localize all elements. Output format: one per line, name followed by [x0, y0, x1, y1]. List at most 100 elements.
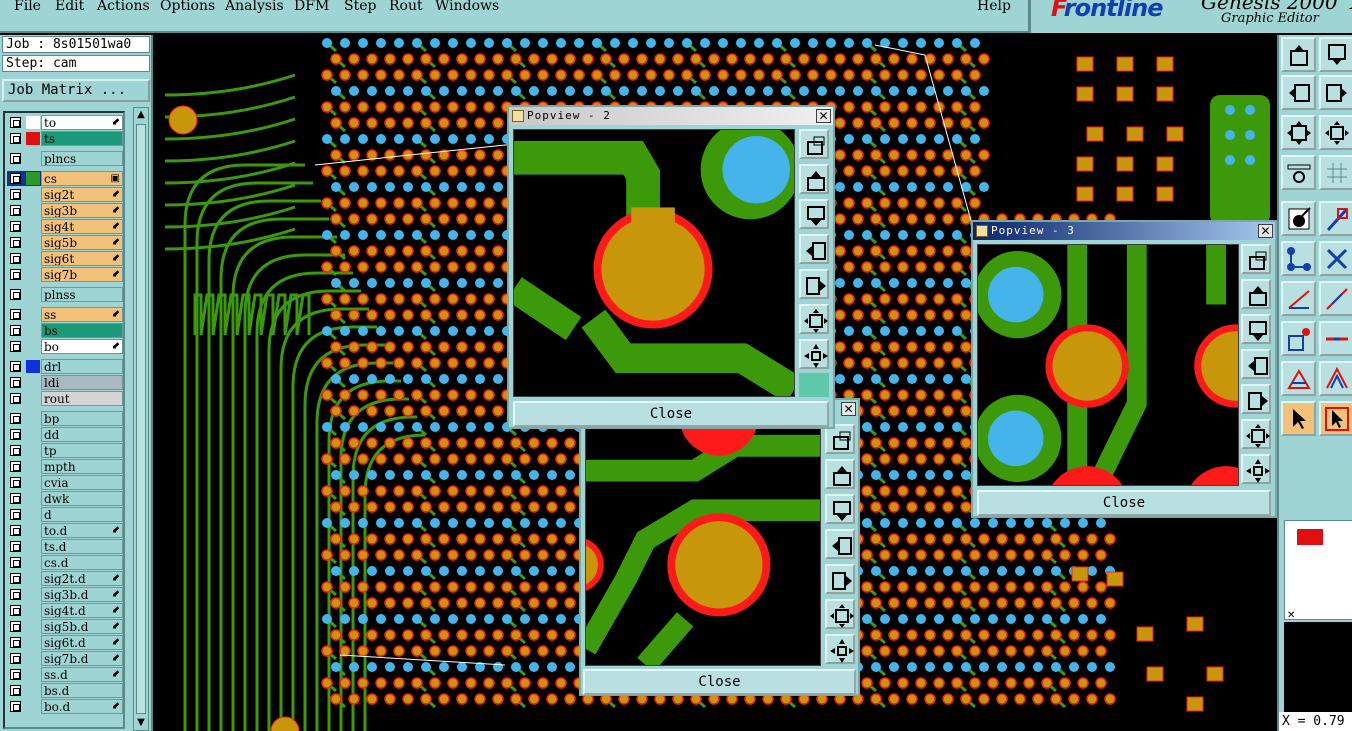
layer-row-bp[interactable]: bp [7, 411, 123, 426]
layer-row-cs-d[interactable]: cs.d [7, 555, 123, 570]
layer-checkbox[interactable] [10, 557, 21, 568]
scroll-right-icon[interactable] [825, 564, 855, 594]
layer-checkbox[interactable] [10, 237, 21, 248]
snap-icon[interactable] [1319, 201, 1352, 236]
layer-checkbox[interactable] [10, 669, 21, 680]
layer-name[interactable]: sig7b.d ⬋ [41, 651, 123, 666]
layer-name[interactable]: dwk [41, 491, 123, 506]
layer-name[interactable]: to.d ⬋ [41, 523, 123, 538]
layer-name[interactable]: mpth [41, 459, 123, 474]
layer-row-tp[interactable]: tp [7, 443, 123, 458]
layer-row-to-d[interactable]: to.d ⬋ [7, 523, 123, 538]
zoom-home-icon[interactable] [1241, 244, 1271, 274]
layer-checkbox[interactable] [10, 429, 21, 440]
zoom-in-icon[interactable] [799, 339, 829, 369]
menu-step[interactable]: Step [344, 0, 376, 13]
layer-name[interactable]: tp [41, 443, 123, 458]
overview-close-icon[interactable]: ✕ [1287, 610, 1295, 621]
layer-row-plncs[interactable]: plncs [7, 151, 123, 166]
layer-row-ldi[interactable]: ldi [7, 375, 123, 390]
layer-name[interactable]: ldi [41, 375, 123, 390]
layer-name[interactable]: sig7b ⬋ [41, 267, 123, 282]
layer-checkbox[interactable] [10, 509, 21, 520]
layer-name[interactable]: bs [41, 323, 123, 338]
layer-checkbox[interactable] [10, 413, 21, 424]
zoom-bottom-icon[interactable] [1319, 37, 1352, 72]
layer-name[interactable]: bo.d ⬋ [41, 699, 123, 714]
layer-name[interactable]: bs.d [41, 683, 123, 698]
layer-checkbox[interactable] [10, 445, 21, 456]
layer-row-drl[interactable]: drl [7, 359, 123, 374]
layer-name[interactable]: ts.d [41, 539, 123, 554]
triangle-icon[interactable] [1281, 361, 1316, 396]
layer-row-cvia[interactable]: cvia [7, 475, 123, 490]
menu-analysis[interactable]: Analysis [225, 0, 284, 13]
layer-name[interactable]: ss ⬋ [41, 307, 123, 322]
layer-name[interactable]: ts [41, 131, 123, 146]
arc-icon[interactable] [1319, 361, 1352, 396]
zoom-home-icon[interactable] [799, 129, 829, 159]
layer-name[interactable]: sig4t ⬋ [41, 219, 123, 234]
scroll-left-icon[interactable] [825, 529, 855, 559]
layer-checkbox[interactable] [10, 573, 21, 584]
layer-row-sig2t[interactable]: sig2t ⬋ [7, 187, 123, 202]
close-icon[interactable]: ✕ [816, 109, 831, 123]
layer-row-sig3b-d[interactable]: sig3b.d ⬋ [7, 587, 123, 602]
layer-row-sig7b-d[interactable]: sig7b.d ⬋ [7, 651, 123, 666]
layer-name[interactable]: ss.d ⬋ [41, 667, 123, 682]
layer-name[interactable]: sig5b ⬋ [41, 235, 123, 250]
layer-row-bo[interactable]: bo ⬋ [7, 339, 123, 354]
layer-checkbox[interactable] [10, 637, 21, 648]
popview-close-button[interactable]: Close [583, 669, 856, 695]
layer-checkbox[interactable] [10, 393, 21, 404]
settings-icon[interactable] [1281, 155, 1316, 190]
layer-checkbox[interactable] [10, 541, 21, 552]
zoom-in-icon[interactable] [825, 634, 855, 664]
job-matrix-button[interactable]: Job Matrix ... [2, 79, 150, 102]
layer-checkbox[interactable] [10, 309, 21, 320]
layer-row-ts[interactable]: ts [7, 131, 123, 146]
popview-2-close-button[interactable]: Close [513, 401, 829, 427]
zoom-fit-icon[interactable] [1241, 419, 1271, 449]
menu-dfm[interactable]: DFM [294, 0, 329, 13]
line-angle-icon[interactable] [1281, 281, 1316, 316]
scroll-up-icon[interactable] [1241, 279, 1271, 309]
zoom-top-icon[interactable] [1281, 37, 1316, 72]
zoom-fit-icon[interactable] [1281, 115, 1316, 150]
layer-checkbox[interactable] [10, 289, 21, 300]
layer-row-ss[interactable]: ss ⬋ [7, 307, 123, 322]
layer-row-sig7b[interactable]: sig7b ⬋ [7, 267, 123, 282]
layer-row-sig5b[interactable]: sig5b ⬋ [7, 235, 123, 250]
menu-file[interactable]: File [14, 0, 41, 13]
layer-name[interactable]: plnss [41, 287, 123, 302]
select-pointer-icon[interactable] [1281, 401, 1316, 436]
layer-name[interactable]: dd [41, 427, 123, 442]
layer-checkbox[interactable] [10, 621, 21, 632]
layer-name[interactable]: sig6t.d ⬋ [41, 635, 123, 650]
layer-checkbox[interactable] [10, 133, 21, 144]
scroll-down-arrow-icon[interactable]: ▼ [134, 716, 148, 730]
route-net-icon[interactable] [1281, 241, 1316, 276]
layer-name[interactable]: d [41, 507, 123, 522]
layer-name[interactable]: sig3b.d ⬋ [41, 587, 123, 602]
popview-3-close-button[interactable]: Close [977, 490, 1271, 516]
layer-row-ts-d[interactable]: ts.d [7, 539, 123, 554]
scroll-up-icon[interactable] [825, 459, 855, 489]
layer-row-sig4t[interactable]: sig4t ⬋ [7, 219, 123, 234]
layer-row-d[interactable]: d [7, 507, 123, 522]
layer-checkbox[interactable] [10, 525, 21, 536]
layer-row-mpth[interactable]: mpth [7, 459, 123, 474]
layer-name[interactable]: cvia [41, 475, 123, 490]
scroll-down-icon[interactable] [825, 494, 855, 524]
pad-icon[interactable] [1281, 321, 1316, 356]
popview-2-view[interactable] [513, 129, 795, 397]
layer-row-dd[interactable]: dd [7, 427, 123, 442]
layer-row-sig4t-d[interactable]: sig4t.d ⬋ [7, 603, 123, 618]
layer-row-bs[interactable]: bs [7, 323, 123, 338]
layer-checkbox[interactable] [10, 253, 21, 264]
scroll-thumb[interactable] [136, 124, 146, 714]
select-pointer-box-icon[interactable] [1319, 401, 1352, 436]
layer-checkbox[interactable] [10, 325, 21, 336]
layer-checkbox[interactable] [10, 221, 21, 232]
layer-checkbox[interactable] [10, 461, 21, 472]
